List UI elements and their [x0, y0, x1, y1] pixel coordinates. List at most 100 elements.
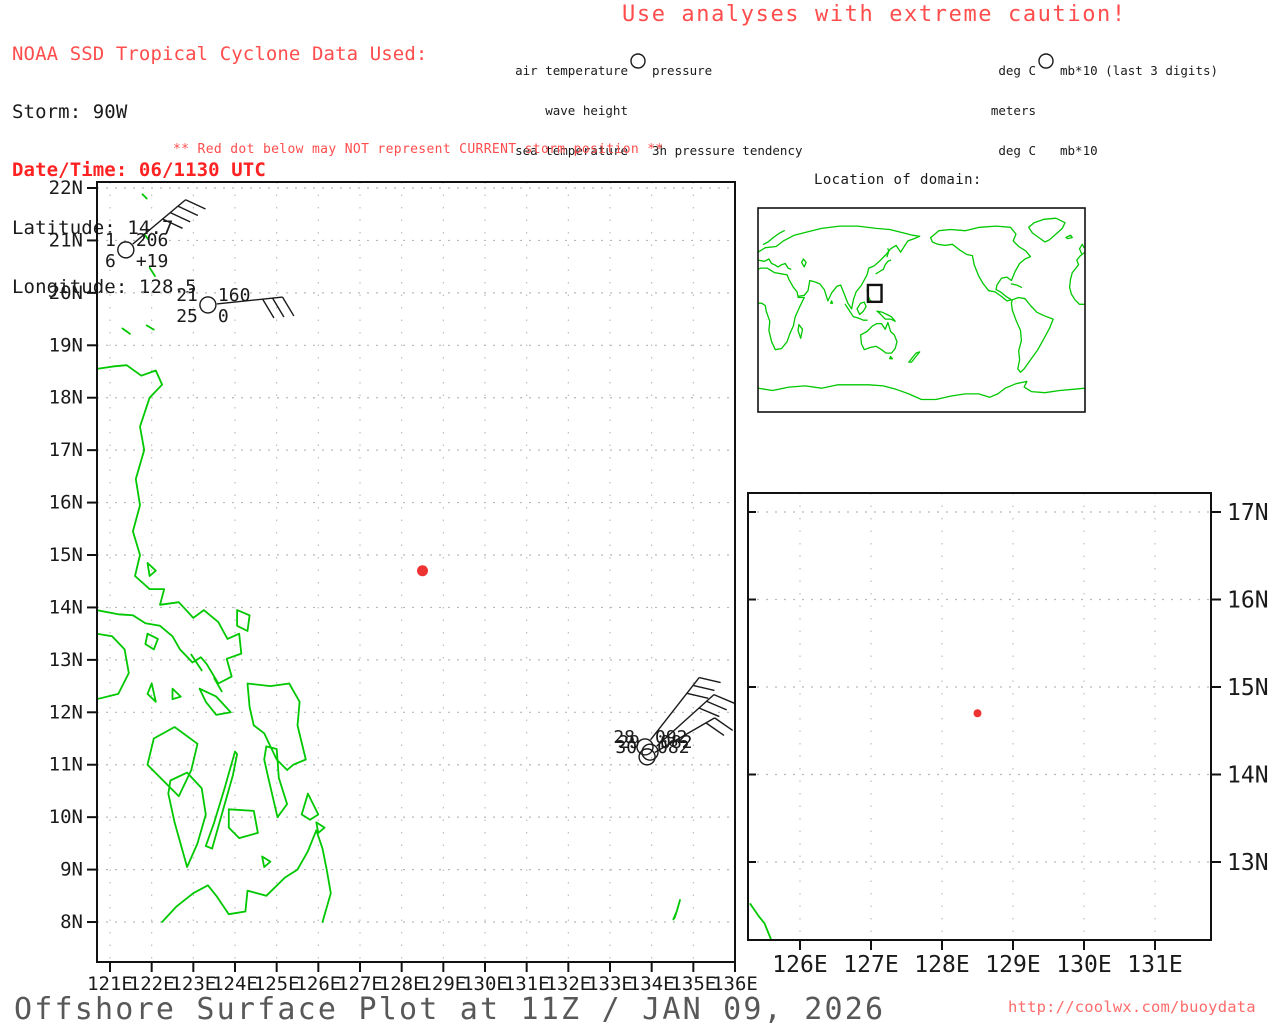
wind-barb-feather — [699, 676, 721, 684]
coastline — [167, 771, 207, 868]
latitude-tick-label: 20N — [49, 282, 83, 304]
coastline — [889, 355, 894, 360]
source-url[interactable]: http://coolwx.com/buoydata — [1008, 998, 1256, 1016]
wind-barb-feather — [713, 693, 735, 704]
submap-latitude-tick-label: 13N — [1227, 850, 1269, 876]
latitude-tick-label: 15N — [49, 544, 83, 566]
submap-latitude-tick-label: 17N — [1227, 500, 1269, 526]
coastline — [908, 351, 921, 363]
coastline — [97, 632, 130, 701]
coastline — [1065, 234, 1073, 240]
coastline — [315, 821, 326, 834]
station-pressure: 160 — [218, 285, 251, 306]
coastline — [856, 301, 867, 316]
station-air-temperature: 21 — [176, 285, 198, 306]
station-air-temperature: 1 — [105, 230, 116, 251]
submap-longitude-tick-label: 126E — [772, 952, 827, 978]
coastline — [830, 300, 834, 304]
station-plot: 16 206+19 — [105, 199, 206, 272]
submap-panel: 17N 16N 15N 14N 13N 126E 127E 128E 129E 130E 131E — [747, 492, 1269, 978]
coastline — [121, 327, 131, 335]
coastline — [236, 609, 251, 632]
coastline — [141, 193, 148, 200]
coastline — [1068, 251, 1085, 305]
station-sea-temperature: 6 — [105, 251, 116, 272]
coastline — [672, 899, 681, 921]
main-map-panel: 22N21N20N19N18N17N16N15N14N13N12N11N10N9… — [49, 177, 758, 995]
surface-plot-canvas: 22N21N20N19N18N17N16N15N14N13N12N11N10N9… — [49, 177, 1269, 995]
coastline — [929, 225, 1032, 302]
latitude-tick-label: 19N — [49, 334, 83, 356]
coastline — [749, 903, 773, 940]
coastline — [876, 310, 896, 322]
locator-map-panel — [757, 207, 1086, 413]
coastline — [797, 324, 804, 339]
plot-title: Offshore Surface Plot at 11Z / JAN 09, 2… — [14, 992, 886, 1027]
wind-barb-feather — [692, 684, 715, 692]
wind-barb-feather — [177, 205, 199, 217]
station-circle — [199, 296, 217, 314]
coastline — [800, 258, 807, 268]
coastline — [161, 829, 332, 923]
coastline — [1078, 243, 1085, 254]
coastline — [1010, 283, 1023, 288]
station-pressure-tendency: +19 — [136, 251, 169, 272]
coastline — [859, 321, 898, 354]
wind-barb-feather — [169, 211, 191, 223]
wind-barb-feather — [698, 707, 720, 718]
wind-barb-feather — [686, 692, 709, 699]
coastline — [758, 225, 921, 310]
latitude-tick-label: 12N — [49, 701, 83, 723]
station-circle — [117, 241, 135, 259]
submap-storm-position-dot — [973, 709, 982, 718]
coastline — [144, 632, 159, 651]
coastline — [146, 682, 157, 703]
wind-barb-feather — [281, 296, 295, 317]
submap-longitude-tick-label: 131E — [1127, 952, 1182, 978]
buoy-plot-page: { "header": { "info_lines": [ {"text": "… — [0, 0, 1280, 1027]
latitude-tick-label: 10N — [49, 806, 83, 828]
latitude-tick-label: 13N — [49, 649, 83, 671]
coastline — [844, 303, 868, 321]
station-pressure-tendency: 0 — [218, 306, 229, 327]
coastline — [261, 855, 272, 868]
coastline — [198, 687, 232, 716]
locator-map-border — [757, 207, 1086, 413]
submap-longitude-tick-label: 128E — [914, 952, 969, 978]
wind-barb-feather — [706, 700, 728, 711]
coastline — [1028, 217, 1066, 243]
coastline — [146, 562, 157, 577]
submap-longitude-tick-label: 127E — [843, 952, 898, 978]
station-plot: 30 082 — [615, 717, 734, 766]
coastline — [146, 726, 199, 798]
station-circle — [638, 748, 656, 766]
latitude-tick-label: 8N — [60, 911, 83, 933]
coastline — [1010, 296, 1054, 373]
wind-barb-feather — [162, 218, 183, 229]
wind-barb-feather — [271, 297, 285, 318]
station-pressure: 082 — [657, 737, 690, 758]
latitude-tick-label: 22N — [49, 177, 83, 199]
coastline — [97, 364, 243, 685]
latitude-tick-label: 9N — [60, 859, 83, 881]
latitude-tick-label: 11N — [49, 754, 83, 776]
storm-position-dot — [417, 565, 429, 577]
latitude-tick-label: 14N — [49, 596, 83, 618]
coastline-layer — [749, 903, 773, 940]
submap-latitude-tick-label: 14N — [1227, 763, 1269, 789]
coastline — [204, 750, 239, 850]
wind-barb-feather — [185, 199, 206, 210]
station-pressure: 206 — [136, 230, 169, 251]
wind-barb-feather — [714, 717, 734, 732]
coastline — [227, 808, 259, 839]
station-sea-temperature: 25 — [176, 306, 198, 327]
submap-latitude-tick-label: 16N — [1227, 588, 1269, 614]
coastline — [171, 687, 182, 701]
latitude-tick-label: 16N — [49, 492, 83, 514]
coastline — [758, 380, 1085, 401]
submap-longitude-tick-label: 129E — [985, 952, 1040, 978]
coastline — [300, 792, 320, 821]
latitude-tick-label: 17N — [49, 439, 83, 461]
coastline-layer — [758, 217, 1085, 401]
submap-latitude-tick-label: 15N — [1227, 675, 1269, 701]
